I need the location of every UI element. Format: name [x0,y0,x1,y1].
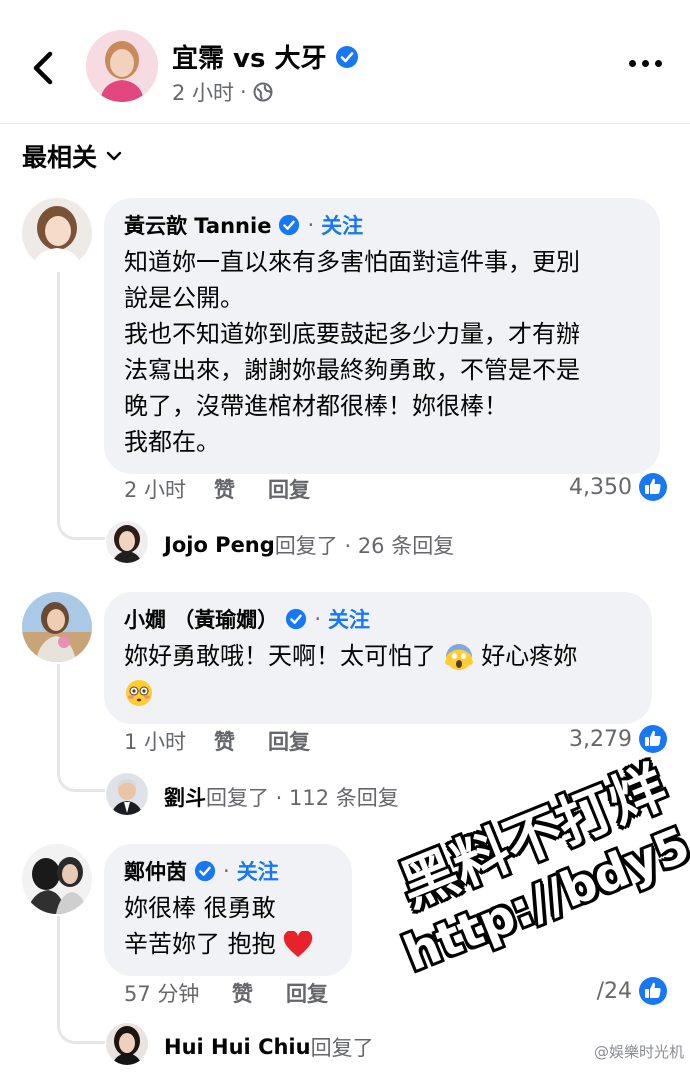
reply-connector [57,766,105,792]
comment-header: 鄭仲茵 · 关注 [124,856,332,886]
reply-avatar[interactable] [106,521,148,563]
thread-line [57,272,60,516]
comment-line-text: 妳好勇敢哦！天啊！太可怕了 [124,642,436,670]
reply-summary: 回复了 · 26 条回复 [274,534,455,558]
comment-line: 說是公開。 [124,284,244,312]
comment-line: 法寫出來，謝謝妳最終夠勇敢，不管是不是 [124,356,580,384]
comment-line: 晚了，沒帶進棺材都很棒！妳很棒！ [124,392,508,420]
like-button[interactable]: 赞 [214,726,268,756]
verified-badge-icon [279,214,300,236]
comment-text: 知道妳一直以來有多害怕面對這件事，更別 說是公開。 我也不知道妳到底要鼓起多少力… [124,244,640,460]
comment-line [124,674,632,710]
reaction-count-value: 4,350 [569,474,632,500]
back-arrow-icon[interactable] [26,48,60,88]
thread-line [57,664,60,768]
follow-button[interactable]: 关注 [328,604,370,634]
post-time: 2 小时 [172,81,235,105]
reply-summary: 回复了 · 112 条回复 [206,786,399,810]
comment-author[interactable]: 小嫺 （黃瑜嫺） [124,604,278,634]
comment-line: 我都在。 [124,428,220,456]
verified-badge-icon [335,45,358,68]
comment-actions: 57 分钟 赞 回复 [124,978,328,1008]
meta-separator: · [307,213,315,237]
verified-badge-icon [194,860,216,882]
follow-button[interactable]: 关注 [237,856,279,886]
screaming-face-emoji-icon [444,644,473,670]
like-button[interactable]: 赞 [232,978,286,1008]
comment-line: 妳好勇敢哦！天啊！太可怕了 好心疼妳 [124,638,632,674]
globe-icon [253,82,273,102]
comment-text: 妳很棒 很勇敢 辛苦妳了 抱抱 [124,890,332,962]
comment-time: 57 分钟 [124,982,200,1006]
comment-header: 小嫺 （黃瑜嫺） · 关注 [124,604,632,634]
meta-separator: · [223,859,230,883]
reaction-count[interactable]: 3,279 [569,724,668,754]
commenter-avatar[interactable] [22,592,92,662]
page-avatar[interactable] [86,30,158,102]
reply-author: 劉斗 [164,786,206,810]
view-replies-link[interactable]: Jojo Peng 回复了 · 26 条回复 [164,530,454,560]
meta-separator: · [240,80,247,104]
comment-author[interactable]: 鄭仲茵 [124,856,187,886]
watermark-credit: @娛樂时光机 [593,1043,684,1061]
thumbs-up-icon [639,725,667,753]
comment-actions: 1 小时 赞 回复 [124,726,310,756]
reply-summary: 回复了 [310,1036,374,1060]
reaction-count[interactable]: /24 [597,976,668,1006]
flushed-face-emoji-icon [126,680,152,706]
reply-button[interactable]: 回复 [268,474,310,504]
comment-line-text: 好心疼妳 [481,642,578,670]
comment-bubble: 黃云歆 Tannie · 关注 知道妳一直以來有多害怕面對這件事，更別 說是公開… [104,198,660,474]
reply-connector [57,1018,105,1044]
thread-line [57,916,60,1020]
comment-header: 黃云歆 Tannie · 关注 [124,210,640,240]
page-title[interactable]: 宜霈 vs 大牙 [172,38,359,75]
commenter-avatar[interactable] [22,198,92,268]
meta-separator: · [314,607,321,631]
reply-author: Hui Hui Chiu [164,1035,311,1059]
comment-line: 妳很棒 很勇敢 [124,894,276,922]
chevron-down-icon [106,151,122,161]
comment-actions: 2 小时 赞 回复 [124,474,310,504]
reaction-count-value: /24 [596,978,632,1004]
follow-button[interactable]: 关注 [321,210,363,240]
like-button[interactable]: 赞 [214,474,268,504]
verified-badge-icon [286,608,307,630]
post-meta: 2 小时 · [172,77,273,107]
comment-text: 妳好勇敢哦！天啊！太可怕了 好心疼妳 [124,638,632,710]
reply-button[interactable]: 回复 [286,978,328,1008]
view-replies-link[interactable]: Hui Hui Chiu 回复了 [164,1032,374,1062]
comment-line-text: 辛苦妳了 抱抱 [124,930,276,958]
comment-line: 辛苦妳了 抱抱 [124,926,332,962]
red-heart-emoji-icon [284,931,313,957]
reply-author: Jojo Peng [164,533,275,557]
reply-avatar[interactable] [106,773,148,815]
watermark-overlay: 黑料不打烊 http://bdy5.co [372,746,690,985]
commenter-avatar[interactable] [22,844,92,914]
comment-bubble: 小嫺 （黃瑜嫺） · 关注 妳好勇敢哦！天啊！太可怕了 好心疼妳 [104,592,652,724]
reply-button[interactable]: 回复 [268,726,310,756]
comment-bubble: 鄭仲茵 · 关注 妳很棒 很勇敢 辛苦妳了 抱抱 [104,844,352,976]
view-replies-link[interactable]: 劉斗 回复了 · 112 条回复 [164,782,399,812]
thumbs-up-icon [639,473,667,501]
sort-dropdown[interactable]: 最相关 [22,138,123,174]
page-name-text: 宜霈 vs 大牙 [172,44,327,74]
sort-label: 最相关 [22,143,98,172]
comment-time: 1 小时 [124,730,187,754]
comment-author[interactable]: 黃云歆 Tannie [124,210,271,240]
reaction-count-value: 3,279 [569,726,632,752]
more-options-icon[interactable] [629,60,662,67]
comment-line: 知道妳一直以來有多害怕面對這件事，更別 [124,248,580,276]
thumbs-up-icon [639,977,667,1005]
reply-avatar[interactable] [106,1023,148,1065]
reply-connector [57,514,105,540]
comment-line: 我也不知道妳到底要鼓起多少力量，才有辦 [124,320,580,348]
post-header: 宜霈 vs 大牙 2 小时 · [0,0,690,124]
reaction-count[interactable]: 4,350 [569,472,668,502]
comment-time: 2 小时 [124,478,187,502]
